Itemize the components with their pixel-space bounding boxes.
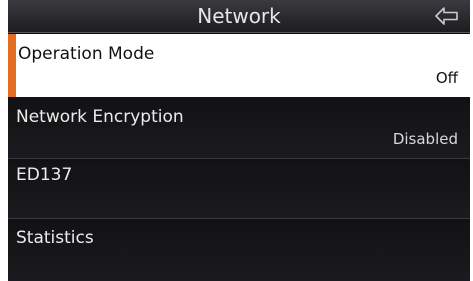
menu-item-label: Network Encryption [16, 107, 184, 127]
menu-item-ed137[interactable]: ED137 [8, 159, 470, 219]
title-bar: Network [8, 0, 470, 33]
menu-item-operation-mode[interactable]: Operation Mode Off [8, 34, 470, 97]
selection-indicator [8, 34, 16, 97]
page-title: Network [197, 4, 281, 28]
menu-item-network-encryption[interactable]: Network Encryption Disabled [8, 97, 470, 159]
menu-item-statistics[interactable]: Statistics [8, 219, 470, 281]
device-screen: Network Operation Mode Off Network Encry… [8, 0, 470, 281]
menu-item-label: Statistics [16, 228, 94, 248]
menu-item-label: Operation Mode [18, 44, 155, 64]
menu-item-value: Off [435, 69, 458, 87]
back-arrow-icon[interactable] [435, 6, 459, 26]
menu-item-value: Disabled [392, 130, 458, 148]
menu-item-label: ED137 [16, 165, 73, 185]
